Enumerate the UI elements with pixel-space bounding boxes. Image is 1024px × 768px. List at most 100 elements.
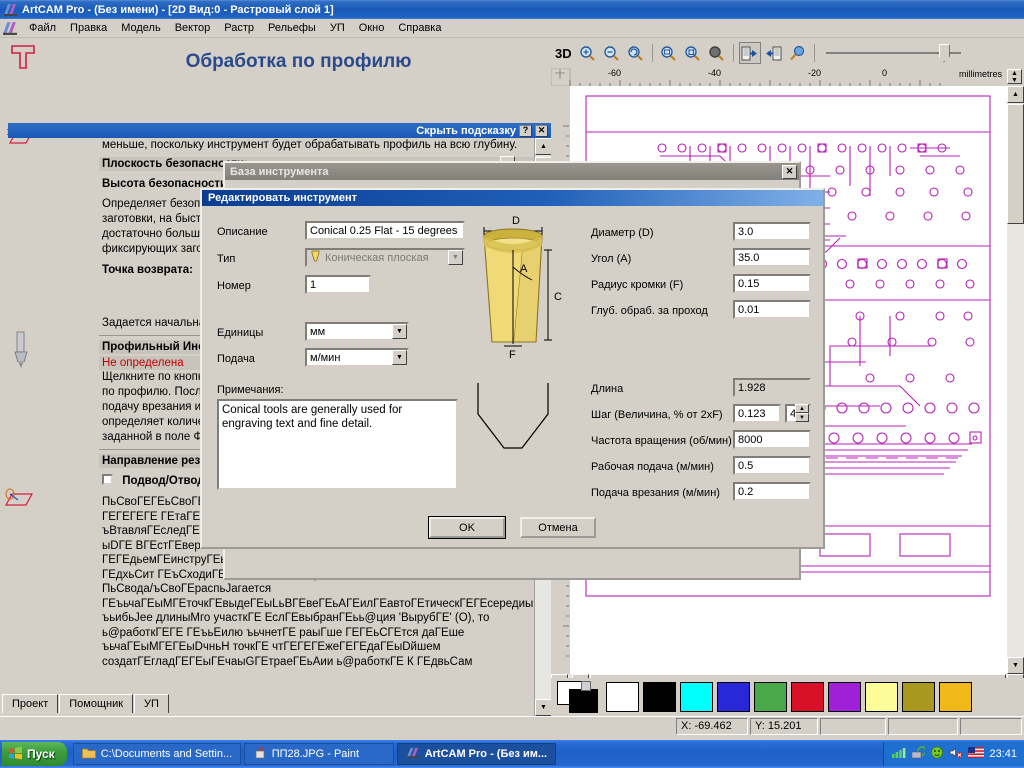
menu-reliefs[interactable]: Рельефы (261, 20, 323, 36)
spindle-speed-input[interactable]: 8000 (733, 430, 811, 449)
palette-swatch[interactable] (902, 682, 935, 712)
menu-raster[interactable]: Растр (217, 20, 261, 36)
menu-help[interactable]: Справка (391, 20, 448, 36)
units-label: Единицы (217, 327, 264, 339)
zoom-out-icon[interactable] (601, 42, 623, 64)
taskbar-clock[interactable]: 23:41 (989, 748, 1017, 760)
ruler-tick-label: -60 (608, 68, 622, 78)
close-icon[interactable]: ✕ (782, 164, 797, 179)
diameter-input[interactable]: 3.0 (733, 222, 811, 241)
stepover-spinner[interactable]: ▲ ▼ (795, 404, 809, 423)
palette-swatch[interactable] (791, 682, 824, 712)
horizontal-ruler: -60 -40 -20 0 millimetres ▲ ▼ (551, 68, 1024, 86)
zoom-fit-icon[interactable] (706, 42, 728, 64)
spinner-up-icon[interactable]: ▲ (795, 404, 809, 413)
menu-toolpath[interactable]: УП (323, 20, 352, 36)
chevron-down-icon[interactable]: ▼ (392, 324, 407, 339)
zoom-undo-icon[interactable] (625, 42, 647, 64)
chevron-down-icon[interactable]: ▼ (448, 250, 463, 265)
zoom-slider[interactable] (825, 43, 961, 63)
menu-edit[interactable]: Правка (63, 20, 114, 36)
ok-button[interactable]: OK (428, 516, 506, 539)
palette-swatch[interactable] (606, 682, 639, 712)
layer-right-icon[interactable] (763, 42, 785, 64)
lead-inout-label: Подвод/Отвод (122, 475, 205, 487)
antivirus-icon[interactable] (930, 746, 944, 762)
zoom-window-icon[interactable] (682, 42, 704, 64)
tab-project[interactable]: Проект (2, 694, 59, 713)
start-button[interactable]: Пуск (2, 742, 67, 766)
garbled-line: ъьибьJee длиныМго участкГЕ ЕслГЕвыбранГЕ… (102, 612, 490, 624)
canvas-scroll-down-button[interactable]: ▼ (1007, 657, 1024, 674)
tab-toolpath[interactable]: УП (134, 694, 169, 713)
canvas-scroll-up-button[interactable]: ▲ (1007, 86, 1024, 103)
menu-model[interactable]: Модель (114, 20, 167, 36)
language-flag-icon[interactable] (968, 747, 985, 761)
notes-textarea[interactable]: Conical tools are generally used for eng… (217, 399, 458, 490)
edit-tool-title: Редактировать инструмент (208, 192, 358, 204)
plunge-rate-input[interactable]: 0.2 (733, 482, 811, 501)
zoom-previous-icon[interactable] (658, 42, 680, 64)
assistant-tabs: Проект Помощник УП (2, 694, 550, 714)
feed-units-value: м/мин (310, 351, 341, 364)
lead-inout-checkbox[interactable] (102, 474, 113, 485)
fore-back-color-swatch[interactable] (557, 681, 599, 713)
chevron-down-icon[interactable]: ▼ (392, 350, 407, 365)
garbled-line: ПьСвода/ъСвоГЕраспьJагается (102, 583, 272, 595)
taskbar-item-paint[interactable]: ПП28.JPG - Paint (243, 743, 394, 765)
layer-left-icon[interactable] (738, 42, 761, 64)
network-icon[interactable] (891, 746, 906, 762)
taskbar-item-explorer[interactable]: C:\Documents and Settin... (72, 743, 241, 765)
type-label: Тип (217, 253, 236, 265)
description-input[interactable]: Conical 0.25 Flat - 15 degrees (305, 221, 465, 240)
ruler-unit-label: millimetres (958, 69, 1002, 79)
help-button[interactable]: ? (519, 124, 532, 137)
units-combobox[interactable]: мм ▼ (305, 322, 409, 341)
view-toolbar: 3D (551, 38, 1024, 68)
scroll-up-button[interactable]: ▲ (535, 138, 552, 155)
palette-swatch[interactable] (680, 682, 713, 712)
depth-per-pass-input[interactable]: 0.01 (733, 300, 811, 319)
ruler-tick-label: -20 (808, 68, 822, 78)
hide-hint-label[interactable]: Скрыть подсказку (416, 125, 516, 137)
pan-zoom-icon[interactable] (787, 42, 809, 64)
palette-swatch[interactable] (865, 682, 898, 712)
type-combobox[interactable]: Коническая плоская ▼ (305, 248, 465, 267)
palette-swatch[interactable] (717, 682, 750, 712)
paint-icon (253, 746, 267, 762)
zoom-in-icon[interactable] (577, 42, 599, 64)
view-3d-button[interactable]: 3D (555, 46, 572, 61)
canvas-vertical-scrollbar[interactable]: ▲ ▼ (1007, 86, 1024, 674)
palette-swatch[interactable] (754, 682, 787, 712)
menu-vector[interactable]: Вектор (168, 20, 218, 36)
feed-rate-input[interactable]: 0.5 (733, 456, 811, 475)
volume-muted-icon[interactable] (949, 746, 963, 762)
palette-swatch[interactable] (828, 682, 861, 712)
update-icon[interactable] (911, 746, 928, 762)
number-input[interactable]: 1 (305, 275, 371, 294)
angle-input[interactable]: 35.0 (733, 248, 811, 267)
tab-assistant[interactable]: Помощник (59, 694, 134, 713)
tip-radius-input[interactable]: 0.15 (733, 274, 811, 293)
cancel-button[interactable]: Отмена (520, 517, 596, 538)
palette-swatch[interactable] (643, 682, 676, 712)
canvas-scroll-thumb[interactable] (1007, 104, 1024, 224)
spindle-speed-label: Частота вращения (об/мин) (591, 435, 732, 447)
palette-swatch[interactable] (939, 682, 972, 712)
toolbar-separator (732, 44, 734, 62)
spinner-down-icon[interactable]: ▼ (795, 413, 809, 422)
garbled-line: ь@работкГЕГЕ ГЕъьЕилю ъьчнетГЕ раыГше ГЕ… (102, 626, 465, 639)
edit-tool-titlebar[interactable]: Редактировать инструмент (202, 190, 823, 206)
feed-units-combobox[interactable]: м/мин ▼ (305, 348, 409, 367)
toolbar-separator (651, 44, 653, 62)
status-cell-4 (888, 718, 958, 735)
menu-window[interactable]: Окно (352, 20, 392, 36)
stepover-input[interactable]: 0.123 (733, 404, 781, 423)
menu-file[interactable]: Файл (22, 20, 63, 36)
tool-database-titlebar[interactable]: База инструмента ✕ (225, 163, 799, 180)
ruler-unit-spinner[interactable]: ▲ ▼ (1007, 69, 1022, 84)
zoom-slider-thumb[interactable] (938, 44, 950, 62)
taskbar-item-artcam[interactable]: ArtCAM Pro - (Без им... (396, 743, 557, 765)
text-tool-icon[interactable] (6, 42, 46, 76)
close-hint-button[interactable]: ✕ (535, 124, 548, 137)
